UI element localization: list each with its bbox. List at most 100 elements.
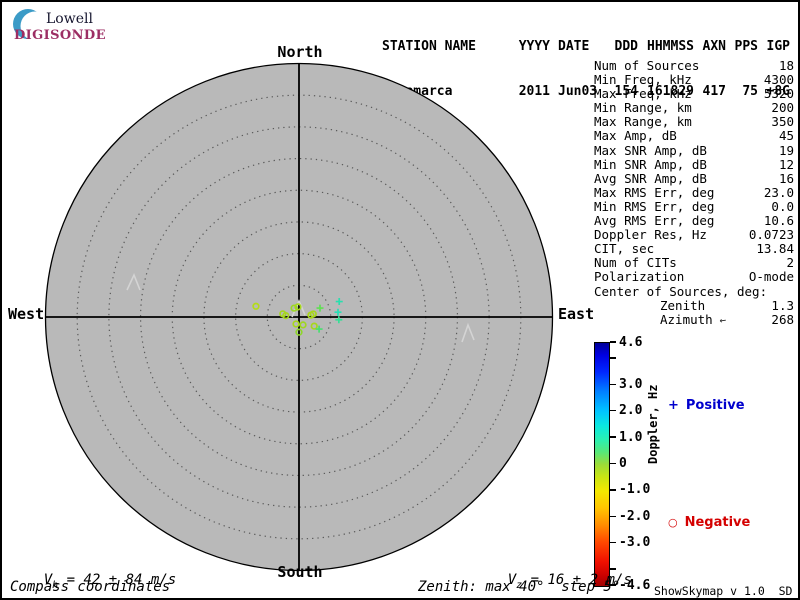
- header-col-label: AXN: [702, 39, 726, 54]
- zenith-ring-5deg: [266, 284, 332, 350]
- stat-label: Avg SNR Amp, dB: [594, 170, 707, 186]
- source-point-positive: [315, 325, 323, 333]
- stat-label: Min SNR Amp, dB: [594, 156, 707, 172]
- doppler-axis-label: Doppler, Hz: [646, 384, 660, 464]
- doppler-colorbar: [594, 342, 610, 587]
- colorbar-tick: [610, 436, 616, 438]
- stat-row: Max SNR Amp, dB 19: [594, 142, 794, 158]
- stat-value: 200: [771, 100, 794, 116]
- source-point-positive: [335, 298, 343, 306]
- zenith-ring-15deg: [203, 221, 395, 413]
- source-point-positive: [334, 308, 342, 316]
- stat-value: 268: [771, 311, 794, 327]
- zenith-ring-20deg: [171, 189, 427, 445]
- compass-label-west: West: [8, 305, 45, 323]
- colorbar-tick: [610, 462, 616, 465]
- logo-lowell-text: Lowell: [46, 11, 93, 27]
- stat-label: Max Amp, dB: [594, 128, 677, 144]
- source-point-negative: [279, 310, 287, 318]
- colorbar-tick: [610, 409, 616, 412]
- stat-value: 16: [778, 170, 794, 186]
- stat-label: Max Freq, kHz: [594, 86, 692, 102]
- colorbar-tick: [610, 542, 616, 544]
- logo-digisonde-text: DIGISONDE: [14, 28, 106, 43]
- stat-label: Max SNR Amp, dB: [594, 142, 707, 158]
- stat-label: Azimuth ←: [660, 311, 727, 328]
- source-point-negative: [295, 328, 303, 336]
- stat-value: 23.0: [763, 184, 794, 200]
- stat-row: Azimuth ← 268: [594, 311, 794, 328]
- stat-label: Max Range, km: [594, 114, 692, 130]
- stat-row: Center of Sources, deg:: [594, 283, 794, 299]
- compass-label-north: North: [277, 43, 323, 61]
- colorbar-tick: [610, 489, 616, 491]
- source-point-negative: [307, 311, 315, 319]
- stat-value: 0.0: [771, 198, 794, 214]
- colorbar-tick: [610, 515, 616, 518]
- source-point-negative: [294, 303, 302, 311]
- plus-marker-icon: +: [668, 398, 679, 413]
- compass-coordinates-note: Compass coordinates: [10, 579, 171, 595]
- caret-mark: [291, 298, 306, 318]
- circle-marker-icon: ○: [668, 516, 678, 529]
- stat-value: 5320: [763, 86, 794, 102]
- stat-label: Doppler Res, Hz: [594, 227, 707, 243]
- zenith-scale-note: Zenith: max 40° step 5°: [418, 579, 621, 595]
- header-col-label: DATE: [558, 39, 590, 54]
- stat-label: Min Freq, kHz: [594, 72, 692, 88]
- station-header-labels: STATION NAME YYYY DATE DDD HHMMSS AXN PPS IGP: [382, 39, 790, 54]
- colorbar-tick-label: 2.0: [619, 403, 643, 419]
- stat-row: Min Freq, kHz 4300: [594, 72, 794, 88]
- source-point-negative: [292, 320, 300, 328]
- colorbar-minor-tick: [610, 357, 616, 359]
- showskymap-window: Lowell DIGISONDE STATION NAME YYYY DATE DDD…: [0, 0, 800, 600]
- header-col-value: Jicamarca: [382, 84, 453, 99]
- stat-value: 2: [786, 255, 794, 271]
- compass-label-east: East: [558, 305, 595, 323]
- legend-negative: ○ Negative: [668, 515, 750, 530]
- header-col-label: HHMMSS: [647, 39, 694, 54]
- compass-label-south: South: [277, 563, 323, 581]
- legend-positive: + Positive: [668, 398, 745, 413]
- stat-row: Min SNR Amp, dB 12: [594, 156, 794, 172]
- stat-value: 13.84: [756, 241, 794, 257]
- legend-positive-label: Positive: [685, 398, 745, 413]
- caret-mark: [126, 272, 141, 291]
- lowell-digisonde-logo: Lowell DIGISONDE: [8, 7, 118, 45]
- source-point-negative: [299, 321, 307, 329]
- stat-row: Min Range, km 200: [594, 101, 794, 115]
- stat-value: 12: [778, 156, 794, 172]
- stat-value: 1.3: [771, 297, 794, 313]
- colorbar-tick-label: 1.0: [619, 429, 643, 445]
- stat-label: Zenith: [660, 297, 706, 313]
- stat-row: Max RMS Err, deg 23.0: [594, 184, 794, 200]
- stat-label: Num of CITs: [594, 255, 677, 271]
- stat-label: Min RMS Err, deg: [594, 198, 715, 214]
- header-col-label: IGP: [766, 39, 790, 54]
- zenith-ring-30deg: [108, 126, 490, 508]
- colorbar-tick-label: -2.0: [619, 508, 651, 524]
- header-col-value: 2011: [518, 84, 550, 99]
- stat-row: Max Range, km 350: [594, 115, 794, 129]
- stat-row: Max Amp, dB 45: [594, 129, 794, 143]
- stat-label: Min Range, km: [594, 100, 692, 116]
- colorbar-tick-label: 0: [619, 456, 627, 471]
- stat-row: Avg SNR Amp, dB 16: [594, 170, 794, 186]
- skymap-outer-circle: [44, 62, 554, 572]
- source-point-positive: [335, 316, 343, 324]
- statistics-panel: Num of Sources 18 Min Freq, kHz 4300 Max Fre…: [594, 58, 794, 328]
- colorbar-tick: [610, 341, 616, 343]
- source-point-negative: [290, 304, 298, 312]
- stat-label: Center of Sources, deg:: [594, 283, 768, 299]
- stat-row: Polarization O-mode: [594, 270, 794, 284]
- header-col-label: PPS: [734, 39, 758, 54]
- stat-value: 4300: [763, 72, 794, 88]
- header-col-label: YYYY: [518, 39, 550, 54]
- source-point-negative: [282, 311, 290, 320]
- stat-row: Num of Sources 18: [594, 58, 794, 73]
- colorbar-tick-label: 3.0: [619, 376, 643, 392]
- stat-label: Avg RMS Err, deg: [594, 213, 715, 229]
- zenith-ring-35deg: [76, 94, 522, 540]
- source-point-negative: [252, 302, 260, 310]
- stat-label: Max RMS Err, deg: [594, 184, 715, 200]
